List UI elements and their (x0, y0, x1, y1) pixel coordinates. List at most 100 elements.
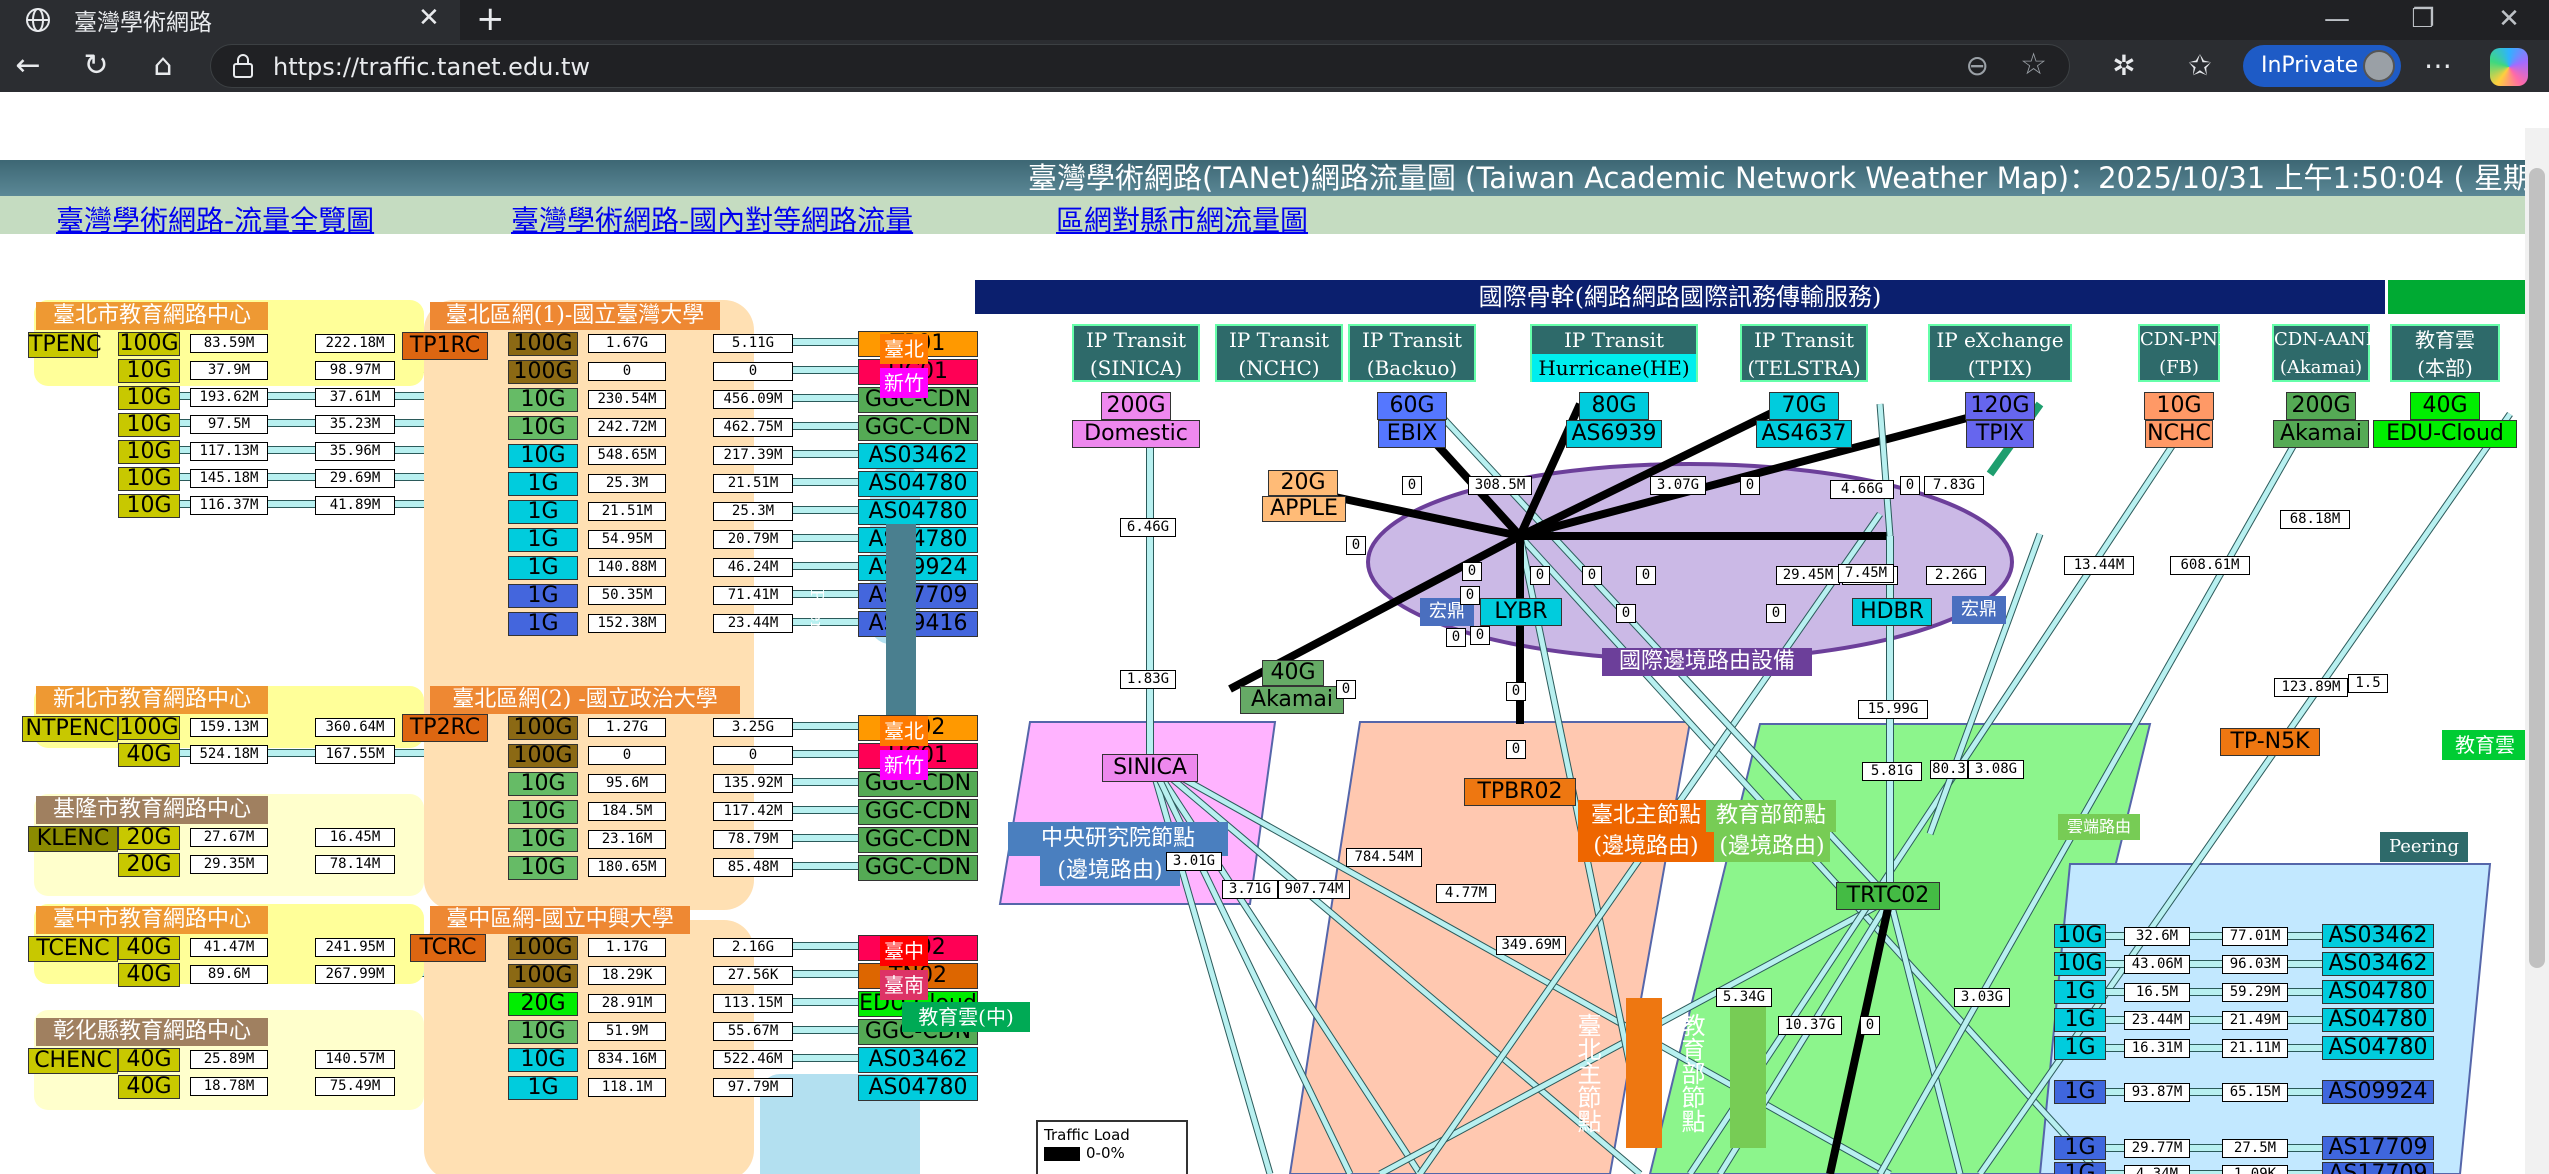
klenc-node[interactable]: KLENC (28, 826, 118, 852)
tp1-capacity[interactable]: 100G (508, 332, 578, 356)
core-traffic-tpix1[interactable]: 0 (1900, 476, 1920, 495)
tcrc-capacity[interactable]: 10G (508, 1048, 578, 1072)
right-row-in[interactable]: 1.09K (2222, 1165, 2288, 1174)
core-traffic-s4[interactable]: 784.54M (1346, 848, 1422, 867)
core-traffic-ebix1[interactable]: 0 (1402, 476, 1422, 495)
taipei-city-out-value[interactable]: 37.9M (190, 361, 268, 380)
tp2-dest-node[interactable]: GGC-CDN (858, 827, 978, 853)
right-row-dest[interactable]: AS17709 (2322, 1162, 2434, 1174)
chenc-node[interactable]: CHENC (28, 1048, 118, 1074)
tp1-in-value[interactable]: 21.51M (713, 474, 793, 493)
changhua-capacity[interactable]: 40G (118, 1048, 180, 1072)
tp2-capacity[interactable]: 10G (508, 856, 578, 880)
right-row-capacity[interactable]: 1G (2054, 1162, 2106, 1174)
core-traffic-hdt2[interactable]: 5.81G (1862, 762, 1922, 781)
core-traffic-hd1[interactable]: 29.45M (1776, 566, 1840, 585)
transit-node-4[interactable]: AS4637 (1756, 420, 1852, 448)
taipei-city-capacity[interactable]: 10G (118, 386, 180, 410)
tp1-dest-node[interactable]: GGC-CDN (858, 415, 978, 441)
new-taipei-out-value[interactable]: 524.18M (190, 745, 268, 764)
tp1-in-value[interactable]: 46.24M (713, 558, 793, 577)
taipei-city-in-value[interactable]: 37.61M (315, 388, 395, 407)
tcrc-dest-node[interactable]: AS03462 (858, 1047, 978, 1073)
tp1-dest-node[interactable]: AS17709 (858, 583, 978, 609)
lybr-node[interactable]: LYBR (1480, 598, 1562, 626)
right-row-capacity[interactable]: 1G (2054, 1136, 2106, 1160)
tp1-out-value[interactable]: 54.95M (588, 530, 666, 549)
tp1-out-value[interactable]: 152.38M (588, 614, 666, 633)
tp1-capacity[interactable]: 10G (508, 388, 578, 412)
core-traffic-dom[interactable]: 6.46G (1120, 518, 1176, 537)
tp1-out-value[interactable]: 0 (588, 362, 666, 381)
tp1-capacity[interactable]: 1G (508, 528, 578, 552)
right-row-dest[interactable]: AS03462 (2322, 924, 2434, 948)
transit-node-2[interactable]: EBIX (1378, 420, 1446, 448)
tcrc-out-value[interactable]: 28.91M (588, 994, 666, 1013)
right-row-in[interactable]: 77.01M (2222, 927, 2288, 946)
core-traffic-c3[interactable]: 0 (1582, 566, 1602, 585)
tcrc-out-value[interactable]: 51.9M (588, 1022, 666, 1041)
link-regional-county[interactable]: 區網對縣市網流量圖 (1056, 199, 1308, 239)
keelung-out-value[interactable]: 29.35M (190, 855, 268, 874)
tp1-in-value[interactable]: 462.75M (713, 418, 793, 437)
taipei-city-out-value[interactable]: 83.59M (190, 334, 268, 353)
right-row-capacity[interactable]: 1G (2054, 1036, 2106, 1060)
right-row-capacity[interactable]: 1G (2054, 1080, 2106, 1104)
core-traffic-n5k2[interactable]: 1.5 (2348, 674, 2388, 693)
url-text[interactable]: https://traffic.tanet.edu.tw (273, 53, 590, 81)
tp1-out-value[interactable]: 242.72M (588, 418, 666, 437)
core-traffic-c4[interactable]: 0 (1636, 566, 1656, 585)
transit-capacity-8[interactable]: 40G (2410, 392, 2480, 420)
apple-node[interactable]: APPLE (1262, 496, 1346, 522)
transit-capacity-2[interactable]: 60G (1377, 392, 1447, 420)
new-taipei-out-value[interactable]: 159.13M (190, 718, 268, 737)
keelung-capacity[interactable]: 20G (118, 853, 180, 877)
right-row-dest[interactable]: AS09924 (2322, 1080, 2434, 1104)
core-traffic-akl[interactable]: 0 (1336, 680, 1356, 699)
new-taipei-in-value[interactable]: 167.55M (315, 745, 395, 764)
akamai-left-node[interactable]: Akamai (1240, 686, 1344, 714)
taipei-city-out-value[interactable]: 145.18M (190, 469, 268, 488)
transit-node-3[interactable]: AS6939 (1566, 420, 1662, 448)
tp2rc-node[interactable]: TP2RC (402, 714, 488, 742)
right-row-dest[interactable]: AS04780 (2322, 980, 2434, 1004)
taipei-city-in-value[interactable]: 222.18M (315, 334, 395, 353)
taipei-city-in-value[interactable]: 29.69M (315, 469, 395, 488)
right-row-out[interactable]: 43.06M (2124, 955, 2190, 974)
tp2-in-value[interactable]: 85.48M (713, 858, 793, 877)
transit-node-5[interactable]: TPIX (1966, 420, 2034, 448)
core-traffic-t5[interactable]: 0 (1860, 1016, 1880, 1035)
tpn5k-node[interactable]: TP-N5K (2220, 728, 2320, 756)
tp1-capacity[interactable]: 1G (508, 472, 578, 496)
keelung-in-value[interactable]: 78.14M (315, 855, 395, 874)
core-traffic-apple[interactable]: 0 (1346, 536, 1366, 555)
tcrc-capacity[interactable]: 100G (508, 936, 578, 960)
tp1-dest-node[interactable]: AS09416 (858, 611, 978, 637)
trtc02-node[interactable]: TRTC02 (1836, 882, 1940, 910)
transit-capacity-3[interactable]: 80G (1579, 392, 1649, 420)
tcrc-in-value[interactable]: 113.15M (713, 994, 793, 1013)
tp2-capacity[interactable]: 100G (508, 744, 578, 768)
tp2-dest-node[interactable]: GGC-CDN (858, 855, 978, 881)
core-traffic-t1[interactable]: 80.3 (1930, 760, 1968, 779)
taichung-city-in-value[interactable]: 241.95M (315, 938, 395, 957)
transit-node-7[interactable]: Akamai (2273, 420, 2369, 448)
favorites-icon[interactable]: ✩ (2182, 48, 2218, 84)
taichung-city-in-value[interactable]: 267.99M (315, 965, 395, 984)
right-row-dest[interactable]: AS03462 (2322, 952, 2434, 976)
tcrc-capacity[interactable]: 100G (508, 964, 578, 988)
tp2-out-value[interactable]: 180.65M (588, 858, 666, 877)
transit-capacity-6[interactable]: 10G (2144, 392, 2214, 420)
changhua-in-value[interactable]: 140.57M (315, 1050, 395, 1069)
transit-node-0[interactable]: Domestic (1072, 420, 1200, 448)
tp2-out-value[interactable]: 23.16M (588, 830, 666, 849)
core-traffic-ebix2[interactable]: 308.5M (1468, 476, 1532, 495)
core-traffic-c6[interactable]: 0 (1470, 626, 1490, 645)
ntpenc-node[interactable]: NTPENC (22, 716, 118, 742)
tp1-dest-node[interactable]: AS03462 (858, 443, 978, 469)
tcrc-capacity[interactable]: 20G (508, 992, 578, 1016)
tcrc-out-value[interactable]: 118.1M (588, 1078, 666, 1097)
keelung-out-value[interactable]: 27.67M (190, 828, 268, 847)
tp2-capacity[interactable]: 10G (508, 772, 578, 796)
core-traffic-nchc[interactable]: 13.44M (2064, 556, 2134, 575)
